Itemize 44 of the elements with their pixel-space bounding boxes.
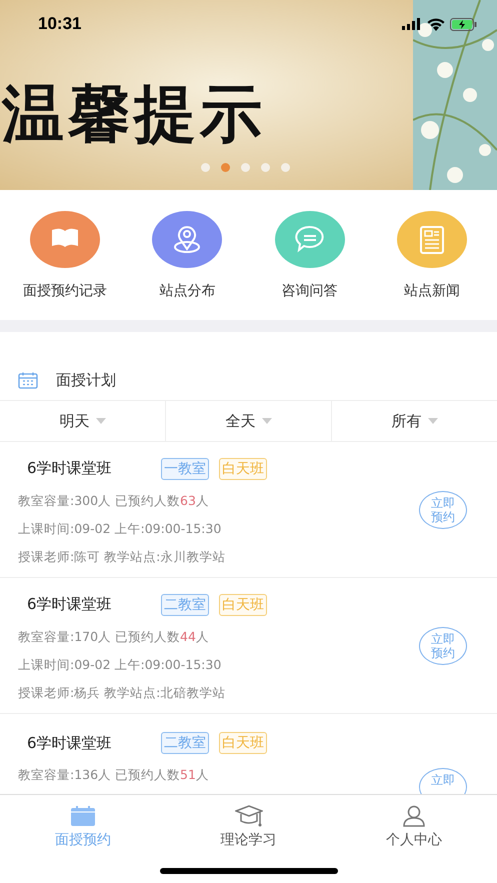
- teacher-text: 授课老师:陈可 教学站点:永川教学站: [18, 548, 226, 566]
- signal-icon: [402, 18, 422, 30]
- class-title: 6学时课堂班: [27, 459, 113, 478]
- classroom-tag: 二教室: [161, 732, 209, 754]
- page-dot[interactable]: [261, 163, 270, 172]
- person-icon: [402, 805, 426, 827]
- caret-icon: [262, 418, 272, 424]
- section-title: 面授计划: [56, 370, 116, 390]
- shortcut-label[interactable]: 站点新闻: [404, 282, 460, 300]
- banner-title: 温馨提示: [2, 76, 266, 152]
- calendar-icon: [18, 372, 38, 388]
- shift-tag: 白天班: [219, 458, 267, 480]
- battery-charging-icon: [450, 18, 477, 30]
- tab-item[interactable]: 理论学习: [166, 795, 332, 883]
- page-dot[interactable]: [221, 163, 230, 172]
- class-title: 6学时课堂班: [27, 734, 113, 752]
- caret-icon: [428, 418, 438, 424]
- filter-dropdown[interactable]: 所有: [332, 401, 497, 441]
- shift-tag: 白天班: [219, 594, 267, 616]
- class-title: 6学时课堂班: [27, 595, 113, 614]
- caret-icon: [96, 418, 106, 424]
- shortcut-label[interactable]: 咨询问答: [282, 282, 338, 300]
- capacity-text: 教室容量:170人 已预约人数44人: [18, 628, 210, 646]
- filter-dropdown[interactable]: 明天: [0, 401, 166, 441]
- capacity-text: 教室容量:136人 已预约人数51人: [18, 767, 210, 784]
- page-dot[interactable]: [201, 163, 210, 172]
- status-time: 10:31: [38, 14, 82, 34]
- shortcut-label[interactable]: 面授预约记录: [23, 282, 108, 300]
- shift-tag: 白天班: [219, 732, 267, 754]
- wifi-icon: [427, 18, 445, 30]
- class-time: 上课时间:09-02 上午:09:00-15:30: [18, 656, 222, 674]
- teacher-text: 授课老师:杨兵 教学站点:北碚教学站: [18, 684, 226, 702]
- filter-dropdown[interactable]: 全天: [166, 401, 332, 441]
- classroom-tag: 二教室: [161, 594, 209, 616]
- calendar-icon: [70, 805, 96, 827]
- class-time: 上课时间:09-02 上午:09:00-15:30: [18, 520, 222, 538]
- capacity-text: 教室容量:300人 已预约人数63人: [18, 492, 210, 510]
- classroom-tag: 一教室: [161, 458, 209, 480]
- page-dot[interactable]: [241, 163, 250, 172]
- page-dot[interactable]: [281, 163, 290, 172]
- graduation-cap-icon: [234, 805, 262, 827]
- shortcut-label[interactable]: 站点分布: [159, 282, 216, 300]
- tab-item[interactable]: 个人中心: [331, 795, 497, 883]
- banner[interactable]: 10:31 温馨提示: [0, 0, 497, 190]
